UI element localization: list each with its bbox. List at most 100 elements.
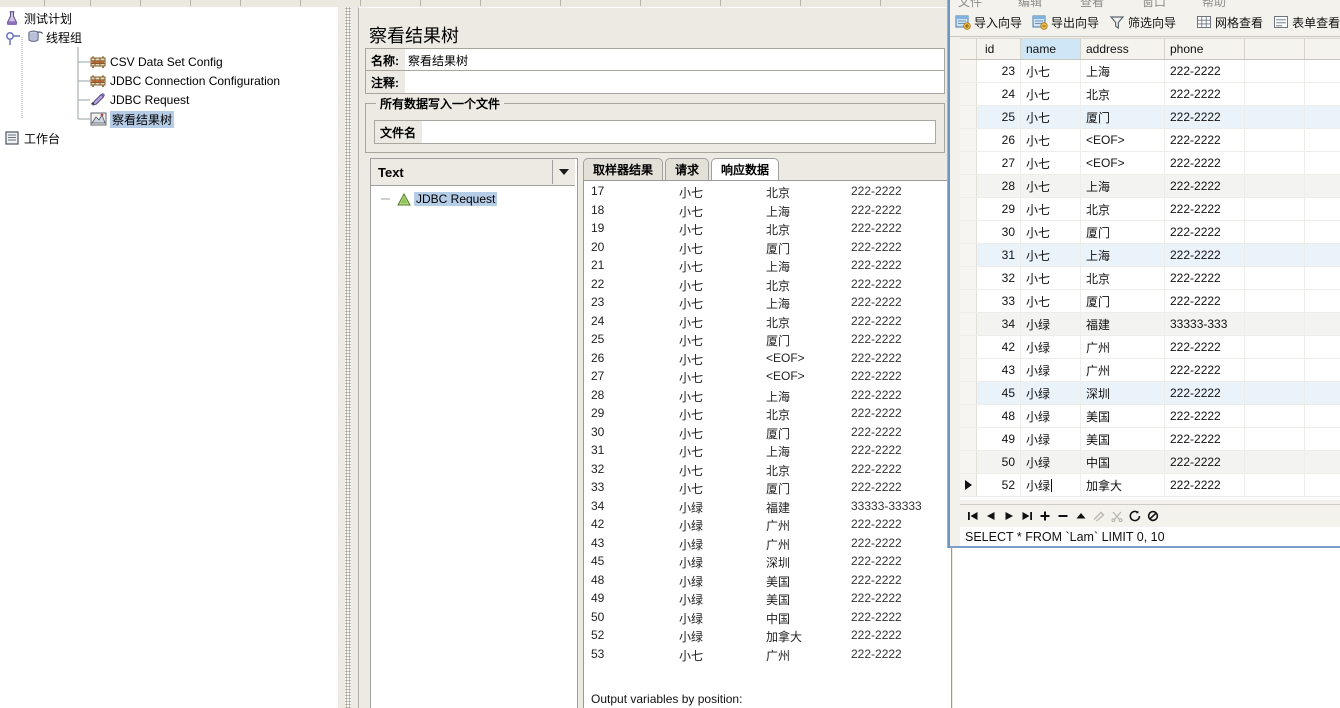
tab-sampler-result[interactable]: 取样器结果 — [583, 158, 664, 180]
next-record-icon[interactable] — [1000, 507, 1018, 525]
db-cell-phone[interactable]: 222-2222 — [1165, 129, 1245, 151]
db-cell-name[interactable]: 小七 — [1021, 83, 1081, 105]
db-cell-phone[interactable]: 222-2222 — [1165, 198, 1245, 220]
db-cell-address[interactable]: 广州 — [1081, 359, 1165, 381]
db-cell-id[interactable]: 31 — [977, 244, 1021, 266]
db-cell-id[interactable]: 30 — [977, 221, 1021, 243]
db-cell-id[interactable]: 24 — [977, 83, 1021, 105]
db-cell-address[interactable]: 北京 — [1081, 267, 1165, 289]
tab-response-data[interactable]: 响应数据 — [711, 158, 780, 180]
db-cell-name[interactable]: 小绿 — [1021, 336, 1081, 358]
db-table-row[interactable]: 26 小七 <EOF> 222-2222 — [960, 129, 1340, 152]
db-table-row[interactable]: 48 小绿 美国 222-2222 — [960, 405, 1340, 428]
db-cell-id[interactable]: 27 — [977, 152, 1021, 174]
db-cell-address[interactable]: 深圳 — [1081, 382, 1165, 404]
db-cell-address[interactable]: 厦门 — [1081, 290, 1165, 312]
tree-item-view-results-tree[interactable]: 察看结果树 — [90, 110, 175, 128]
db-cell-phone[interactable]: 222-2222 — [1165, 428, 1245, 450]
db-table-row[interactable]: 42 小绿 广州 222-2222 — [960, 336, 1340, 359]
db-cell-address[interactable]: 上海 — [1081, 60, 1165, 82]
db-cell-name[interactable]: 小绿 — [1021, 451, 1081, 473]
filter-wizard-button[interactable]: 筛选向导 — [1104, 9, 1181, 35]
name-input[interactable] — [405, 49, 944, 71]
db-grid-header[interactable]: id name address phone — [960, 38, 1340, 60]
db-cell-phone[interactable]: 222-2222 — [1165, 106, 1245, 128]
db-cell-phone[interactable]: 33333-333 — [1165, 313, 1245, 335]
db-cell-id[interactable]: 45 — [977, 382, 1021, 404]
prev-record-icon[interactable] — [982, 507, 1000, 525]
delete-record-icon[interactable] — [1054, 507, 1072, 525]
db-cell-name[interactable]: 小七 — [1021, 244, 1081, 266]
db-cell-phone[interactable]: 222-2222 — [1165, 175, 1245, 197]
db-cell-id[interactable]: 33 — [977, 290, 1021, 312]
db-cell-address[interactable]: <EOF> — [1081, 129, 1165, 151]
db-cell-address[interactable]: 厦门 — [1081, 106, 1165, 128]
db-table-row[interactable]: 43 小绿 广州 222-2222 — [960, 359, 1340, 382]
name-field-row[interactable]: 名称: — [365, 48, 945, 72]
db-grid-body[interactable]: 23 小七 上海 222-2222 24 小七 北京 222-2222 25 小七 厦门 222-22… — [960, 60, 1340, 497]
db-cell-address[interactable]: 上海 — [1081, 175, 1165, 197]
db-record-navbar[interactable] — [960, 504, 1340, 528]
db-cell-id[interactable]: 25 — [977, 106, 1021, 128]
filename-input[interactable] — [422, 121, 935, 143]
db-cell-name[interactable]: 小绿 — [1021, 382, 1081, 404]
sampler-result-list-panel[interactable]: Text JDBC Request — [370, 158, 578, 708]
db-cell-phone[interactable]: 222-2222 — [1165, 359, 1245, 381]
db-table-row[interactable]: 29 小七 北京 222-2222 — [960, 198, 1340, 221]
db-cell-address[interactable]: 广州 — [1081, 336, 1165, 358]
db-cell-phone[interactable]: 222-2222 — [1165, 405, 1245, 427]
db-cell-address[interactable]: <EOF> — [1081, 152, 1165, 174]
panel-splitter[interactable] — [338, 7, 358, 708]
db-table-row[interactable]: 49 小绿 美国 222-2222 — [960, 428, 1340, 451]
db-table-row[interactable]: 45 小绿 深圳 222-2222 — [960, 382, 1340, 405]
db-cell-phone[interactable]: 222-2222 — [1165, 290, 1245, 312]
db-menu-4[interactable]: 帮助 — [1202, 0, 1226, 8]
db-cell-address[interactable]: 北京 — [1081, 83, 1165, 105]
db-data-grid[interactable]: id name address phone 23 小七 上海 222-2222 24 小七 北京 2… — [960, 38, 1340, 500]
db-cell-name[interactable]: 小七 — [1021, 129, 1081, 151]
db-cell-name[interactable]: 小绿 — [1021, 428, 1081, 450]
db-cell-name[interactable]: 小七 — [1021, 175, 1081, 197]
db-cell-name[interactable]: 小绿 — [1021, 474, 1081, 496]
db-table-row[interactable]: 28 小七 上海 222-2222 — [960, 175, 1340, 198]
db-table-row[interactable]: 31 小七 上海 222-2222 — [960, 244, 1340, 267]
stop-icon[interactable] — [1144, 507, 1162, 525]
add-record-icon[interactable] — [1036, 507, 1054, 525]
render-format-select[interactable]: Text — [371, 159, 575, 186]
db-menu-2[interactable]: 查看 — [1080, 0, 1104, 8]
db-cell-id[interactable]: 23 — [977, 60, 1021, 82]
db-cell-phone[interactable]: 222-2222 — [1165, 244, 1245, 266]
tree-item-jdbc-request[interactable]: JDBC Request — [90, 91, 189, 109]
apply-record-icon[interactable] — [1072, 507, 1090, 525]
db-cell-address[interactable]: 美国 — [1081, 405, 1165, 427]
db-column-header-address[interactable]: address — [1081, 39, 1165, 59]
db-table-row[interactable]: 33 小七 厦门 222-2222 — [960, 290, 1340, 313]
db-cell-name[interactable]: 小七 — [1021, 290, 1081, 312]
db-menu-0[interactable]: 文件 — [958, 0, 982, 8]
db-cell-phone[interactable]: 222-2222 — [1165, 152, 1245, 174]
db-cell-name[interactable]: 小七 — [1021, 152, 1081, 174]
db-cell-name[interactable]: 小七 — [1021, 198, 1081, 220]
db-cell-name[interactable]: 小绿 — [1021, 405, 1081, 427]
import-wizard-button[interactable]: 导入向导 — [950, 9, 1027, 35]
db-table-row[interactable]: 32 小七 北京 222-2222 — [960, 267, 1340, 290]
db-cell-name[interactable]: 小七 — [1021, 106, 1081, 128]
tree-item-test-plan[interactable]: 测试计划 — [4, 9, 72, 27]
db-cell-name[interactable]: 小七 — [1021, 60, 1081, 82]
db-cell-id[interactable]: 26 — [977, 129, 1021, 151]
db-column-header-phone[interactable]: phone — [1165, 39, 1245, 59]
db-cell-phone[interactable]: 222-2222 — [1165, 474, 1245, 496]
db-menu-3[interactable]: 窗口 — [1142, 0, 1166, 8]
db-cell-name[interactable]: 小七 — [1021, 267, 1081, 289]
db-cell-id[interactable]: 48 — [977, 405, 1021, 427]
db-cell-name[interactable]: 小七 — [1021, 221, 1081, 243]
db-cell-id[interactable]: 29 — [977, 198, 1021, 220]
db-cell-id[interactable]: 34 — [977, 313, 1021, 335]
db-cell-id[interactable]: 50 — [977, 451, 1021, 473]
db-cell-address[interactable]: 厦门 — [1081, 221, 1165, 243]
db-table-row[interactable]: 24 小七 北京 222-2222 — [960, 83, 1340, 106]
db-cell-id[interactable]: 32 — [977, 267, 1021, 289]
first-record-icon[interactable] — [964, 507, 982, 525]
db-column-header-name[interactable]: name — [1021, 39, 1081, 59]
tree-item-jdbc-connection-configuration[interactable]: JDBC Connection Configuration — [90, 72, 280, 90]
